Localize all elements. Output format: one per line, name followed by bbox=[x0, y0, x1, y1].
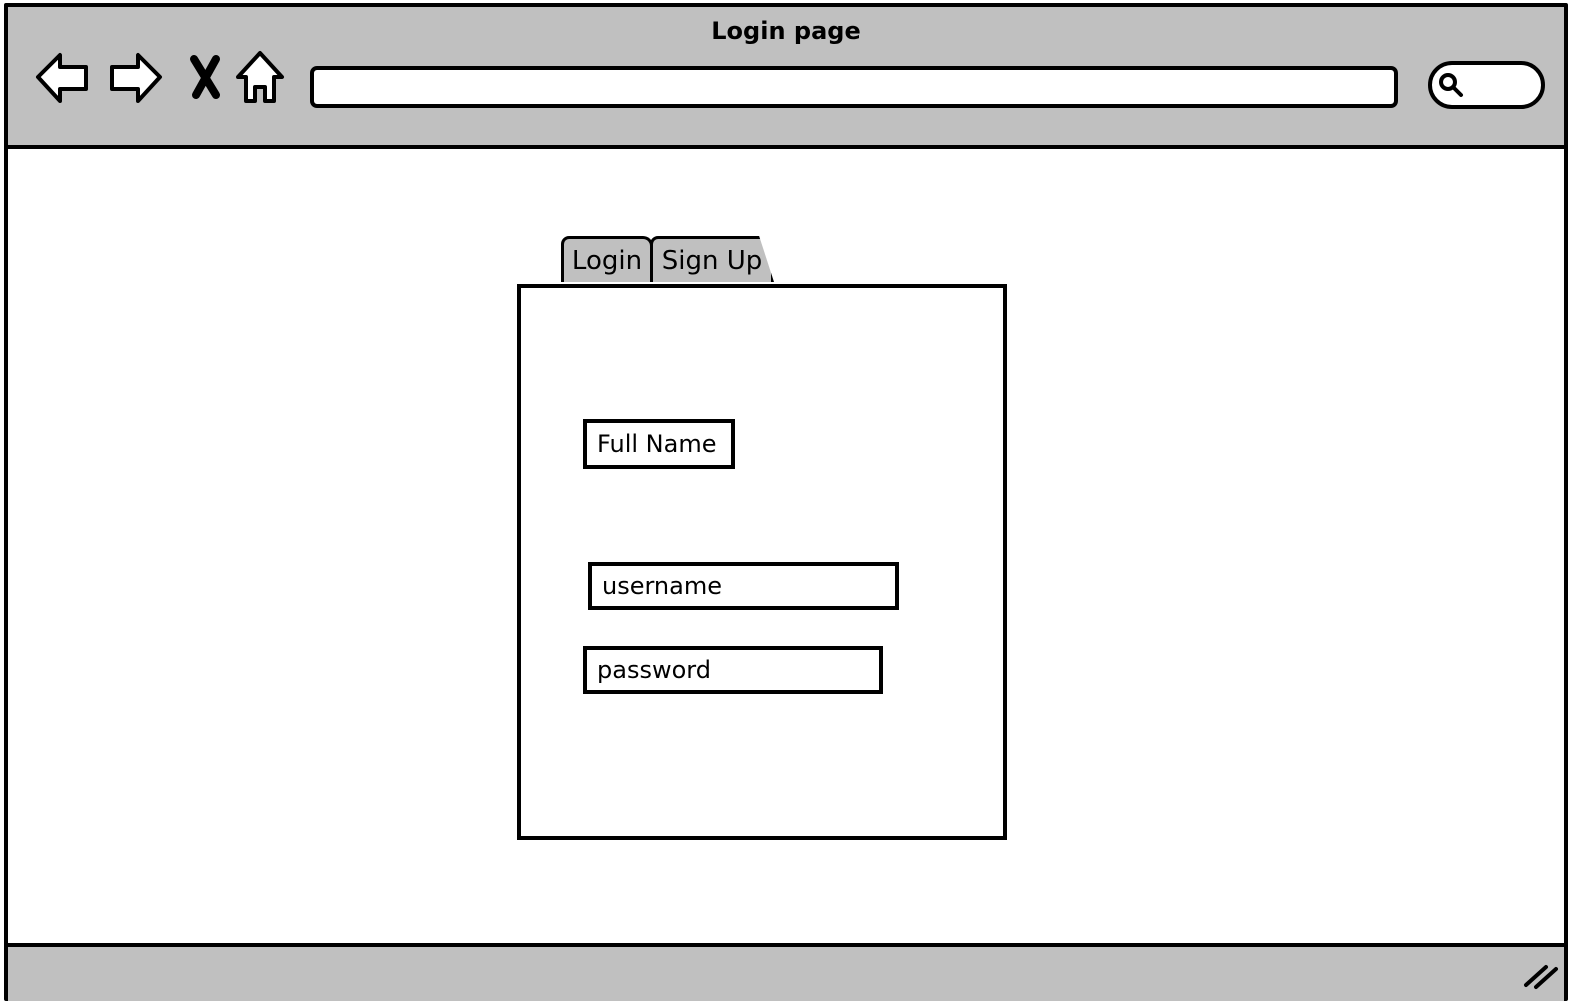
back-arrow-icon[interactable] bbox=[32, 47, 92, 107]
search-field[interactable] bbox=[1428, 61, 1545, 109]
page-content: Login Sign Up Full Name username passwor… bbox=[8, 149, 1564, 943]
close-icon[interactable] bbox=[186, 47, 226, 107]
username-field[interactable]: username bbox=[588, 562, 899, 610]
window-title: Login page bbox=[711, 17, 861, 45]
title-bar: Login page bbox=[8, 7, 1564, 149]
login-panel: Full Name username password bbox=[517, 284, 1007, 840]
resize-grip-icon[interactable] bbox=[1520, 959, 1560, 995]
search-icon bbox=[1437, 71, 1465, 103]
status-bar bbox=[8, 943, 1564, 1001]
tab-sign-up[interactable]: Sign Up bbox=[650, 236, 774, 282]
forward-arrow-icon[interactable] bbox=[106, 47, 166, 107]
address-bar[interactable] bbox=[310, 66, 1398, 108]
home-icon[interactable] bbox=[234, 47, 286, 107]
password-field[interactable]: password bbox=[583, 646, 883, 694]
tab-login[interactable]: Login bbox=[561, 236, 653, 282]
full-name-field[interactable]: Full Name bbox=[583, 419, 735, 469]
browser-window: Login page Login Sign Up Full Name usern… bbox=[4, 3, 1568, 1001]
